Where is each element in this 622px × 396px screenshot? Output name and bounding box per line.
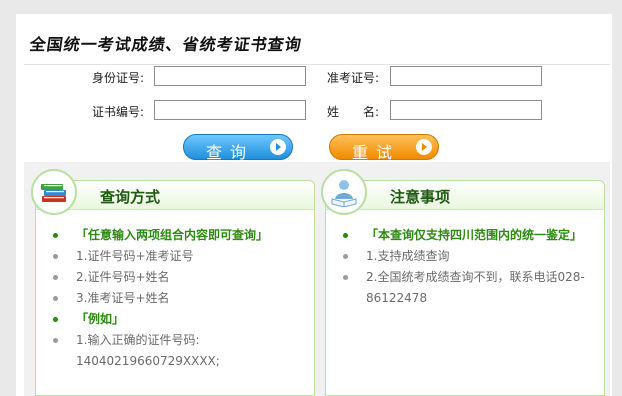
certificate-number-label: 证书编号:	[92, 105, 145, 119]
list-item: 1.证件号码+准考证号	[50, 246, 306, 267]
bullet-icon	[53, 233, 58, 238]
query-method-header: 查询方式	[36, 181, 314, 210]
list-item-text: 2.证件号码+姓名	[76, 270, 170, 284]
exam-number-input[interactable]	[390, 66, 542, 86]
list-item-text: 1.输入正确的证件号码: 14040219660729XXXX;	[76, 333, 220, 368]
id-number-label: 身份证号:	[92, 71, 145, 85]
notice-header: 注意事项	[326, 181, 604, 210]
bullet-icon	[53, 254, 58, 259]
list-item-text: 1.支持成绩查询	[366, 249, 450, 263]
books-icon	[31, 169, 77, 215]
id-number-input[interactable]	[154, 66, 306, 86]
list-item: 1.支持成绩查询	[340, 246, 596, 267]
bullet-icon	[53, 275, 58, 280]
notice-title: 注意事项	[390, 188, 451, 206]
reading-person-icon	[321, 169, 367, 215]
bullet-icon	[53, 338, 58, 343]
list-item-text: 「本查询仅支持四川范围内的统一鉴定」	[366, 228, 583, 242]
list-item: 3.准考证号+姓名	[50, 288, 306, 309]
bullet-icon	[343, 254, 348, 259]
list-item: 1.输入正确的证件号码: 14040219660729XXXX;	[50, 330, 306, 372]
reset-button-label: 重试	[352, 143, 401, 162]
list-heading: 「例如」	[50, 309, 306, 330]
list-item: 2.全国统考成绩查询不到，联系电话028-86122478	[340, 267, 596, 309]
list-item-text: 1.证件号码+准考证号	[76, 249, 194, 263]
list-item-text: 「例如」	[76, 312, 125, 326]
notice-panel: 注意事项 「本查询仅支持四川范围内的统一鉴定」 1.支持成绩查询 2.全国统考成绩查…	[321, 169, 605, 396]
list-heading: 「本查询仅支持四川范围内的统一鉴定」	[340, 225, 596, 246]
name-input[interactable]	[390, 100, 542, 120]
bullet-icon	[343, 233, 348, 238]
list-item-text: 3.准考证号+姓名	[76, 291, 170, 305]
bullet-icon	[343, 275, 348, 280]
name-label: 姓 名:	[327, 105, 380, 119]
bullet-icon	[53, 317, 58, 322]
query-button[interactable]: 查询	[183, 134, 293, 162]
list-item: 2.证件号码+姓名	[50, 267, 306, 288]
notice-list: 「本查询仅支持四川范围内的统一鉴定」 1.支持成绩查询 2.全国统考成绩查询不到，联…	[340, 225, 596, 309]
list-item-text: 「任意输入两项组合内容即可查询」	[76, 228, 269, 242]
exam-number-label: 准考证号:	[327, 71, 380, 85]
list-item-text: 2.全国统考成绩查询不到，联系电话028-86122478	[366, 270, 585, 305]
query-page: 全国统一考试成绩、省统考证书查询 身份证号: 准考证号: 证书编号: 姓 名: …	[16, 14, 612, 396]
list-heading: 「任意输入两项组合内容即可查询」	[50, 225, 306, 246]
reset-button[interactable]: 重试	[329, 134, 439, 162]
title-divider	[24, 64, 610, 65]
play-arrow-icon	[416, 139, 432, 155]
bullet-icon	[53, 296, 58, 301]
query-method-title: 查询方式	[100, 188, 161, 206]
query-method-panel: 查询方式 「任意输入两项组合内容即可查询」 1.证件号码+准考证号 2.证件号码+姓…	[31, 169, 315, 396]
query-button-label: 查询	[206, 143, 255, 162]
play-arrow-icon	[270, 139, 286, 155]
query-method-list: 「任意输入两项组合内容即可查询」 1.证件号码+准考证号 2.证件号码+姓名 3.准考…	[50, 225, 306, 372]
page-title: 全国统一考试成绩、省统考证书查询	[28, 35, 304, 54]
certificate-number-input[interactable]	[154, 100, 306, 120]
